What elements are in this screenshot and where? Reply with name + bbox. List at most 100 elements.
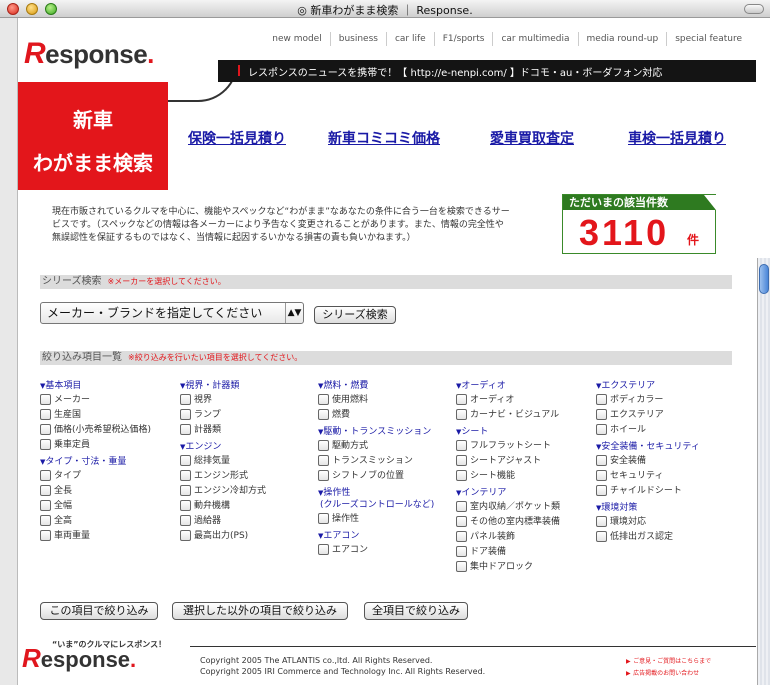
checkbox[interactable] (456, 516, 467, 527)
checkbox[interactable] (318, 440, 329, 451)
filter-option[interactable]: タイプ (40, 468, 151, 483)
checkbox[interactable] (40, 394, 51, 405)
checkbox[interactable] (318, 513, 329, 524)
filter-option[interactable]: ホイール (596, 422, 700, 437)
maker-brand-select[interactable]: メーカー・ブランドを指定してください ▲▼ (40, 302, 304, 324)
link-car-appraisal[interactable]: 愛車買取査定 (490, 128, 574, 148)
filter-option[interactable]: 乗車定員 (40, 437, 151, 452)
nav-new-model[interactable]: new model (264, 32, 330, 46)
filter-option[interactable]: ドア装備 (456, 544, 560, 559)
checkbox[interactable] (456, 561, 467, 572)
filter-option[interactable]: 全高 (40, 513, 151, 528)
checkbox[interactable] (180, 530, 191, 541)
nav-media-round-up[interactable]: media round-up (577, 32, 667, 46)
filter-option[interactable]: エアコン (318, 542, 434, 557)
checkbox[interactable] (456, 531, 467, 542)
filter-option[interactable]: シートアジャスト (456, 453, 560, 468)
checkbox[interactable] (40, 409, 51, 420)
checkbox[interactable] (456, 455, 467, 466)
filter-option[interactable]: エンジン冷却方式 (180, 483, 266, 498)
filter-all-button[interactable]: 全項目で絞り込み (364, 602, 468, 620)
link-new-car-price[interactable]: 新車コミコミ価格 (328, 128, 440, 148)
checkbox[interactable] (40, 515, 51, 526)
vertical-scrollbar[interactable] (757, 258, 770, 685)
checkbox[interactable] (318, 544, 329, 555)
checkbox[interactable] (180, 470, 191, 481)
filter-option[interactable]: 室内収納／ポケット類 (456, 499, 560, 514)
filter-option[interactable]: 計器類 (180, 422, 266, 437)
checkbox[interactable] (40, 439, 51, 450)
filter-selected-button[interactable]: この項目で絞り込み (40, 602, 158, 620)
filter-option[interactable]: 環境対応 (596, 514, 700, 529)
toolbar-toggle-icon[interactable] (744, 4, 764, 14)
filter-option[interactable]: 全幅 (40, 498, 151, 513)
nav-car-multimedia[interactable]: car multimedia (492, 32, 577, 46)
filter-option[interactable]: ランプ (180, 407, 266, 422)
checkbox[interactable] (596, 409, 607, 420)
checkbox[interactable] (40, 500, 51, 511)
filter-option[interactable]: 駆動方式 (318, 438, 434, 453)
nav-business[interactable]: business (329, 32, 386, 46)
checkbox[interactable] (40, 470, 51, 481)
checkbox[interactable] (318, 470, 329, 481)
filter-option[interactable]: ボディカラー (596, 392, 700, 407)
response-logo[interactable]: Response. (24, 37, 154, 71)
filter-option[interactable]: フルフラットシート (456, 438, 560, 453)
checkbox[interactable] (456, 394, 467, 405)
filter-option[interactable]: カーナビ・ビジュアル (456, 407, 560, 422)
mobile-banner[interactable]: レスポンスのニュースを携帯で！【 http://e-nenpi.com/ 】ドコ… (218, 60, 756, 82)
checkbox[interactable] (456, 440, 467, 451)
checkbox[interactable] (456, 501, 467, 512)
filter-option[interactable]: 動弁機構 (180, 498, 266, 513)
filter-option[interactable]: 視界 (180, 392, 266, 407)
checkbox[interactable] (180, 394, 191, 405)
checkbox[interactable] (596, 470, 607, 481)
checkbox[interactable] (180, 500, 191, 511)
nav-special-feature[interactable]: special feature (666, 32, 750, 46)
checkbox[interactable] (40, 424, 51, 435)
filter-option[interactable]: シフトノブの位置 (318, 468, 434, 483)
filter-option[interactable]: 最高出力(PS) (180, 528, 266, 543)
checkbox[interactable] (596, 531, 607, 542)
scrollbar-thumb[interactable] (759, 264, 769, 294)
checkbox[interactable] (318, 455, 329, 466)
checkbox[interactable] (180, 424, 191, 435)
nav-f1-sports[interactable]: F1/sports (433, 32, 493, 46)
checkbox[interactable] (456, 470, 467, 481)
filter-option[interactable]: 低排出ガス認定 (596, 529, 700, 544)
filter-option[interactable]: 車両重量 (40, 528, 151, 543)
checkbox[interactable] (180, 409, 191, 420)
checkbox[interactable] (456, 546, 467, 557)
footer-response-logo[interactable]: Response. (22, 643, 136, 674)
footer-link-feedback[interactable]: ▶ ご意見・ご質問はこちらまで (626, 655, 711, 667)
checkbox[interactable] (180, 455, 191, 466)
filter-option[interactable]: 燃費 (318, 407, 434, 422)
checkbox[interactable] (40, 530, 51, 541)
checkbox[interactable] (596, 516, 607, 527)
filter-option[interactable]: エクステリア (596, 407, 700, 422)
filter-option[interactable]: 集中ドアロック (456, 559, 560, 574)
filter-option[interactable]: その他の室内標準装備 (456, 514, 560, 529)
link-insurance-quote[interactable]: 保険一括見積り (188, 128, 286, 148)
checkbox[interactable] (596, 424, 607, 435)
filter-option[interactable]: メーカー (40, 392, 151, 407)
filter-option[interactable]: 使用燃料 (318, 392, 434, 407)
filter-option[interactable]: 生産国 (40, 407, 151, 422)
filter-option[interactable]: 過給器 (180, 513, 266, 528)
filter-option[interactable]: オーディオ (456, 392, 560, 407)
checkbox[interactable] (180, 515, 191, 526)
filter-option[interactable]: 安全装備 (596, 453, 700, 468)
checkbox[interactable] (456, 409, 467, 420)
footer-link-advertising[interactable]: ▶ 広告掲載のお問い合わせ (626, 667, 711, 679)
checkbox[interactable] (180, 485, 191, 496)
filter-excluding-button[interactable]: 選択した以外の項目で絞り込み (172, 602, 348, 620)
filter-option[interactable]: 総排気量 (180, 453, 266, 468)
nav-car-life[interactable]: car life (385, 32, 434, 46)
filter-option[interactable]: チャイルドシート (596, 483, 700, 498)
checkbox[interactable] (318, 409, 329, 420)
filter-option[interactable]: トランスミッション (318, 453, 434, 468)
filter-option[interactable]: 操作性 (318, 511, 434, 526)
filter-option[interactable]: セキュリティ (596, 468, 700, 483)
filter-option[interactable]: 全長 (40, 483, 151, 498)
filter-option[interactable]: 価格(小売希望税込価格) (40, 422, 151, 437)
